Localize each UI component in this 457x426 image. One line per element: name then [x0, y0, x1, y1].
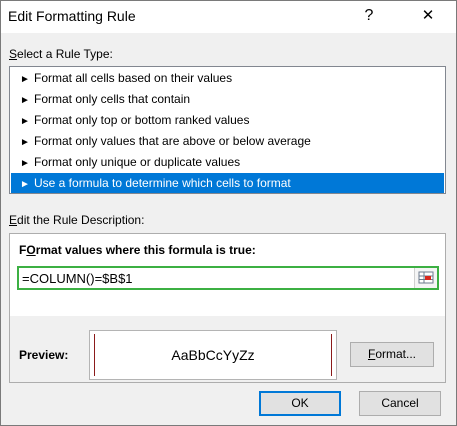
rule-type-item[interactable]: ► Format only unique or duplicate values: [11, 152, 444, 172]
triangle-right-icon: ►: [20, 74, 30, 85]
formula-value: =COLUMN()=$B$1: [22, 271, 133, 286]
collapse-dialog-button[interactable]: [414, 268, 437, 288]
edit-formatting-rule-dialog: Edit Formatting Rule ? ✕ Select a Rule T…: [0, 0, 457, 426]
help-button[interactable]: ?: [357, 4, 381, 28]
rule-description-panel: FOrmat values where this formula is true…: [9, 233, 446, 383]
rule-type-label: Select a Rule Type:: [9, 47, 113, 61]
triangle-right-icon: ►: [20, 95, 30, 106]
formula-input[interactable]: =COLUMN()=$B$1: [17, 266, 439, 290]
format-button[interactable]: Format...: [350, 342, 434, 367]
preview-label: Preview:: [19, 348, 69, 362]
triangle-right-icon: ►: [20, 179, 30, 190]
rule-type-item[interactable]: ► Format only top or bottom ranked values: [11, 110, 444, 130]
rule-type-list[interactable]: ► Format all cells based on their values …: [9, 66, 446, 194]
cancel-button[interactable]: Cancel: [359, 391, 441, 416]
formula-section: FOrmat values where this formula is true…: [10, 234, 445, 316]
rule-type-item-selected[interactable]: ► Use a formula to determine which cells …: [11, 173, 444, 193]
rule-type-item[interactable]: ► Format only values that are above or be…: [11, 131, 444, 151]
triangle-right-icon: ►: [20, 158, 30, 169]
formula-label: FOrmat values where this formula is true…: [19, 243, 256, 257]
rule-type-item[interactable]: ► Format only cells that contain: [11, 89, 444, 109]
close-button[interactable]: ✕: [413, 4, 443, 28]
triangle-right-icon: ►: [20, 137, 30, 148]
range-select-icon: [418, 271, 434, 284]
rule-type-item[interactable]: ► Format all cells based on their values: [11, 68, 444, 88]
ok-button[interactable]: OK: [259, 391, 341, 416]
preview-sample-text: AaBbCcYyZz: [171, 347, 255, 363]
title-bar: Edit Formatting Rule ? ✕: [1, 1, 456, 33]
triangle-right-icon: ►: [20, 116, 30, 127]
dialog-title: Edit Formatting Rule: [8, 8, 136, 24]
rule-description-label: Edit the Rule Description:: [9, 213, 145, 227]
format-preview: AaBbCcYyZz: [89, 330, 337, 380]
